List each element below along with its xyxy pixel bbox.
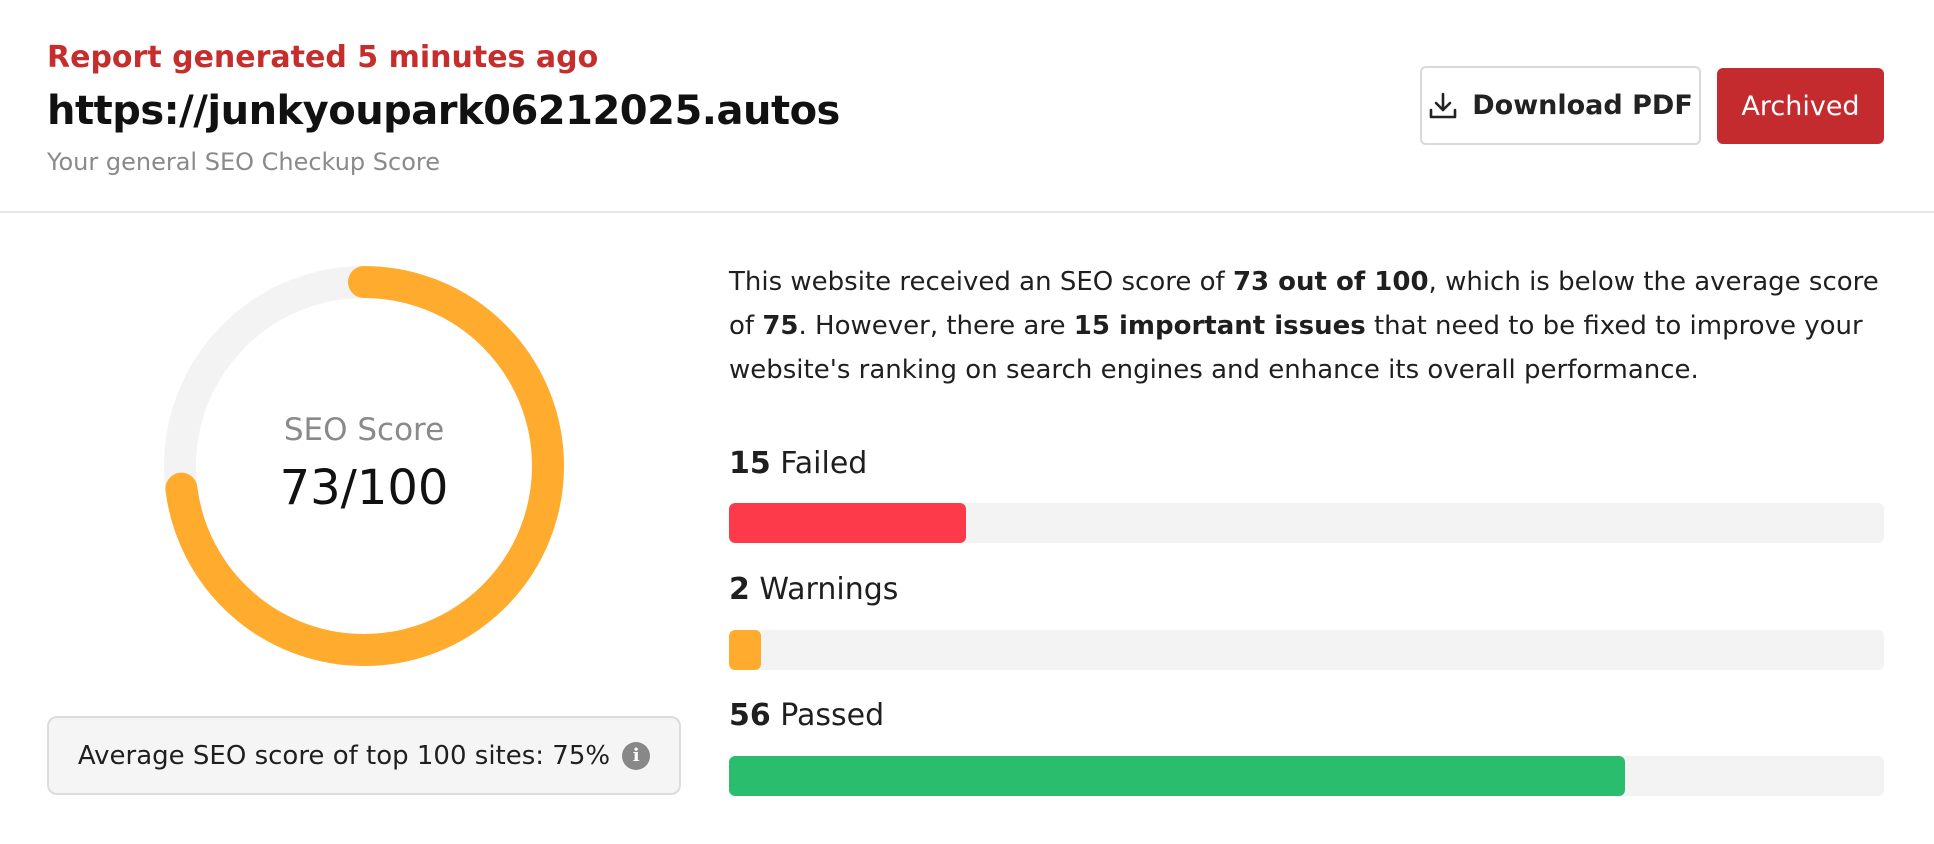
failed-count: 15 [729,446,771,481]
passed-label: Passed [780,698,885,733]
description-score: 73 out of 100 [1232,267,1429,297]
warnings-bar-track [729,630,1884,670]
seo-score-gauge: SEO Score 73/100 [162,264,566,668]
download-icon [1428,91,1458,121]
site-url: https://junkyoupark06212025.autos [47,88,840,134]
score-description: This website received an SEO score of 73… [729,260,1889,392]
warnings-stat-label: 2 Warnings [729,572,898,607]
score-label: SEO Score [283,412,445,448]
warnings-count: 2 [729,572,750,607]
passed-stat-label: 56 Passed [729,698,884,733]
warnings-label: Warnings [759,572,899,607]
passed-bar-fill [729,756,1626,796]
archived-label: Archived [1741,90,1860,122]
passed-count: 56 [729,698,771,733]
failed-bar-track [729,503,1884,543]
description-average: 75 [762,311,799,341]
passed-bar-track [729,756,1884,796]
average-score-text: Average SEO score of top 100 sites: 75% [77,740,611,771]
failed-bar-fill [729,503,966,543]
average-score-box: Average SEO score of top 100 sites: 75% … [47,716,681,795]
warnings-bar-fill [729,630,762,670]
report-time: Report generated 5 minutes ago [47,40,599,75]
description-issues: 15 important issues [1073,311,1366,341]
page-subtitle: Your general SEO Checkup Score [47,148,441,176]
info-icon[interactable]: i [622,741,651,770]
description-text: . However, there are [798,311,1074,341]
failed-stat-label: 15 Failed [729,446,867,481]
description-text: This website received an SEO score of [729,267,1233,297]
report-header: Report generated 5 minutes ago https://j… [0,0,1934,213]
download-pdf-button[interactable]: Download PDF [1420,66,1701,145]
archived-button[interactable]: Archived [1717,68,1884,144]
failed-label: Failed [780,446,868,481]
score-value: 73/100 [279,460,449,516]
download-pdf-label: Download PDF [1472,90,1693,121]
